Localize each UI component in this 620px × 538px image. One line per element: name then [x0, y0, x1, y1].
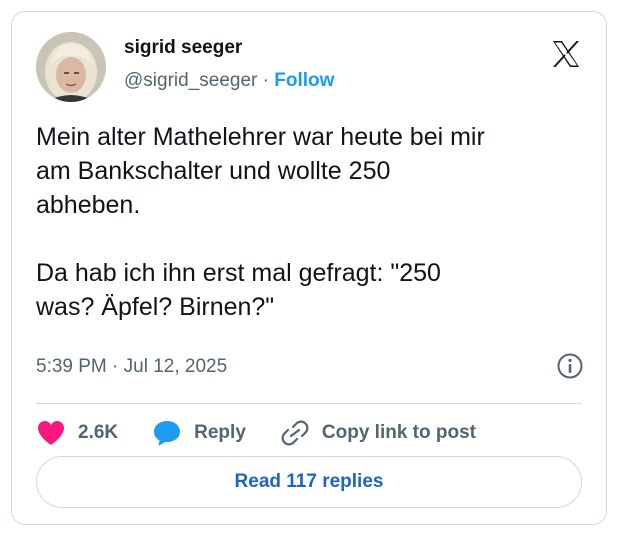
avatar[interactable]: [36, 32, 106, 102]
like-button[interactable]: 2.6K: [36, 419, 118, 447]
author-handle[interactable]: @sigrid_seeger: [124, 70, 257, 91]
reply-label: Reply: [194, 422, 246, 443]
read-replies-button[interactable]: Read 117 replies: [36, 456, 582, 508]
x-logo-icon[interactable]: [550, 38, 582, 70]
follow-button[interactable]: Follow: [274, 70, 334, 91]
reply-button[interactable]: Reply: [152, 419, 246, 447]
info-icon[interactable]: [556, 352, 584, 380]
link-icon: [281, 420, 309, 446]
reply-bubble-icon: [154, 421, 181, 446]
post-timestamp[interactable]: 5:39 PM · Jul 12, 2025: [36, 356, 227, 378]
action-bar: 2.6K Reply Copy link to post: [36, 416, 476, 450]
author-name[interactable]: sigrid seeger: [124, 37, 242, 59]
author-handle-row: @sigrid_seeger · Follow: [124, 70, 334, 92]
copy-link-label: Copy link to post: [321, 422, 476, 443]
post-text: Mein alter Mathelehrer war heute bei mir…: [36, 123, 485, 321]
handle-separator: ·: [257, 70, 275, 91]
like-count: 2.6K: [78, 422, 119, 443]
avatar-image: [36, 32, 106, 102]
divider: [36, 403, 582, 404]
heart-icon: [38, 421, 64, 445]
copy-link-button[interactable]: Copy link to post: [280, 419, 476, 447]
tweet-card: sigrid seeger @sigrid_seeger · Follow Me…: [11, 11, 607, 525]
